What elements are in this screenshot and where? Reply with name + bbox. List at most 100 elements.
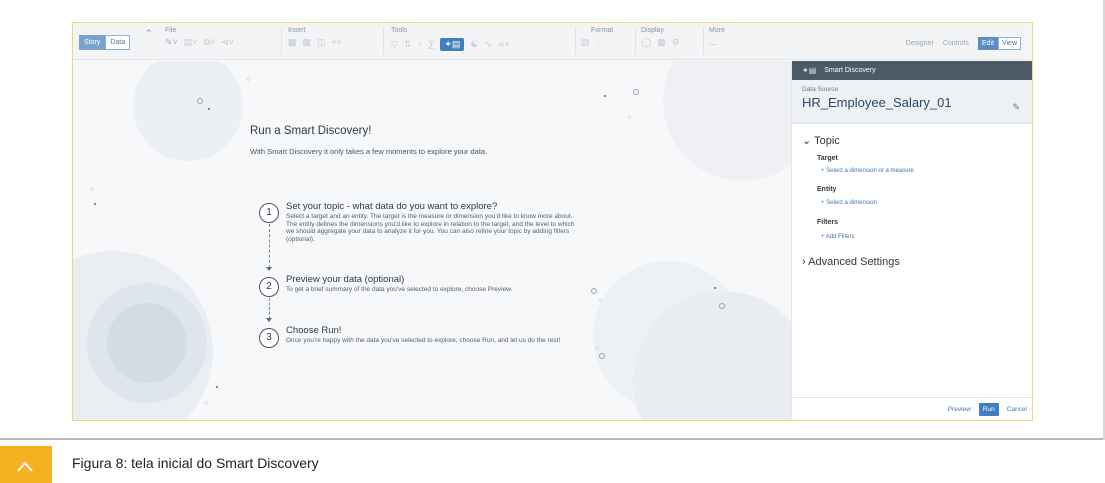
- step-connector: [269, 224, 270, 268]
- chevron-up-icon: [17, 461, 33, 472]
- display-group: Display ◯ ▦ ⚙: [641, 27, 680, 47]
- mode-switcher: Designer Controls Edit View: [906, 37, 1021, 50]
- sparkle-icon: ✧: [203, 399, 210, 408]
- comment-icon[interactable]: ◯: [641, 38, 651, 47]
- intro-title: Run a Smart Discovery!: [250, 125, 372, 137]
- insert-group: Insert ▩ ▦ ◫ +˅: [288, 27, 342, 47]
- run-button[interactable]: Run: [978, 403, 999, 416]
- settings-icon[interactable]: ⚙: [672, 38, 680, 47]
- smart-discovery-icon[interactable]: ✦▤: [440, 38, 465, 51]
- figure-caption: Figura 8: tela inicial do Smart Discover…: [72, 455, 319, 471]
- ranking-icon[interactable]: ↑: [417, 40, 422, 49]
- sort-icon[interactable]: ⇅: [404, 40, 412, 49]
- preview-button[interactable]: Preview: [948, 406, 971, 413]
- smart-discovery-icon: ✦▤: [802, 66, 817, 75]
- data-source-value: HR_Employee_Salary_01: [802, 95, 952, 110]
- table-icon[interactable]: ▦: [303, 38, 312, 47]
- format-group-label: Format: [591, 27, 614, 34]
- toolbar-separator: [635, 27, 636, 55]
- figure-caption-bar: Figura 8: tela inicial do Smart Discover…: [0, 446, 1105, 483]
- file-group: File ✎˅ ▤˅ ⧉˅ ⊲˅: [165, 27, 234, 47]
- step-arrow-icon: [266, 318, 272, 322]
- view-mode-button[interactable]: View: [997, 37, 1021, 50]
- step-3-description: Once you're happy with the data you've s…: [286, 337, 666, 345]
- dot: [604, 95, 606, 97]
- filters-label: Filters: [817, 219, 839, 226]
- dot: [94, 203, 96, 205]
- sparkle-icon: ✧: [597, 296, 604, 305]
- step-arrow-icon: [266, 267, 272, 271]
- step-3-circle: 3: [259, 328, 279, 348]
- save-icon[interactable]: ▤˅: [184, 38, 198, 47]
- decorative-circle: [107, 303, 187, 383]
- story-toggle-button[interactable]: Story: [79, 35, 106, 50]
- edit-dropdown-icon[interactable]: ✎˅: [165, 38, 178, 47]
- step-2-circle: 2: [259, 277, 279, 297]
- copy-icon[interactable]: ⧉˅: [204, 38, 216, 47]
- step-connector: [269, 298, 270, 319]
- dot: [216, 386, 218, 388]
- advanced-settings-header[interactable]: › Advanced Settings: [802, 256, 900, 268]
- decorative-circle: [133, 61, 243, 161]
- smart-insights-icon[interactable]: ☯: [470, 40, 478, 49]
- entity-label: Entity: [817, 186, 837, 193]
- chevron-down-icon: ⌄: [802, 135, 812, 147]
- predictive-icon[interactable]: ∿: [485, 40, 493, 49]
- step-1-desc-line: The entity defines the dimensions you'd …: [286, 220, 575, 228]
- topic-label: Topic: [814, 135, 840, 147]
- more-ellipsis-icon[interactable]: ...: [709, 38, 717, 47]
- caption-badge: [0, 446, 52, 483]
- display-group-label: Display: [641, 27, 664, 34]
- toolbar-separator: [703, 27, 704, 55]
- select-entity-link[interactable]: + Select a dimension: [821, 200, 877, 206]
- story-canvas: ✧ ✧ ✧ ✧ ✧ ✧ Run a Smart Discovery! With …: [73, 61, 791, 420]
- intro-text: With Smart Discovery it only takes a few…: [250, 147, 488, 156]
- format-group: Format ▤ ◌: [581, 27, 613, 47]
- advanced-settings-label: Advanced Settings: [808, 256, 900, 268]
- topic-section-header[interactable]: ⌄ Topic: [802, 134, 840, 147]
- data-toggle-button[interactable]: Data: [105, 35, 131, 50]
- step-2-title: Preview your data (optional): [286, 274, 405, 285]
- chart-icon[interactable]: ▩: [288, 38, 297, 47]
- cancel-button[interactable]: Cancel: [1007, 406, 1027, 413]
- input-control-icon[interactable]: ◫: [317, 38, 326, 47]
- step-3-desc-line: Once you're happy with the data you've s…: [286, 337, 561, 344]
- smart-discovery-panel: ✦▤ Smart Discovery Data Source HR_Employ…: [791, 61, 1032, 420]
- conditional-format-icon[interactable]: ◌: [596, 38, 601, 47]
- add-icon[interactable]: +˅: [332, 38, 343, 47]
- edit-mode-button[interactable]: Edit: [977, 37, 998, 50]
- step-1-description: Select a target and an entity. The targe…: [286, 213, 626, 243]
- sparkle-icon: ✧: [245, 75, 252, 84]
- toolbar-separator: [281, 27, 282, 55]
- step-1-title: Set your topic - what data do you want t…: [286, 201, 498, 212]
- step-1-desc-line: we should aggregate your data to analyze…: [286, 228, 570, 235]
- more-group-label: More: [709, 27, 725, 34]
- share-icon[interactable]: ⊲˅: [221, 38, 234, 47]
- styling-icon[interactable]: ▤: [581, 38, 590, 47]
- link-icon[interactable]: ∞˅: [498, 40, 510, 49]
- decorative-circle: [663, 61, 791, 181]
- add-filters-link[interactable]: + Add Filters: [821, 234, 855, 240]
- formula-icon[interactable]: ∑: [428, 40, 434, 49]
- more-group: More ...: [709, 27, 725, 47]
- dot: [208, 108, 210, 110]
- step-2-description: To get a brief summary of the data you'v…: [286, 286, 626, 294]
- ring-dot: [599, 353, 605, 359]
- filter-icon[interactable]: ▽: [391, 40, 398, 49]
- panel-footer: Preview Run Cancel: [792, 397, 1032, 420]
- ring-dot: [719, 303, 725, 309]
- designer-button[interactable]: Designer: [906, 40, 934, 47]
- select-target-link[interactable]: + Select a dimension or a measure: [821, 168, 914, 174]
- toolbar: Story Data ⌃ File ✎˅ ▤˅ ⧉˅ ⊲˅ Insert ▩ ▦: [73, 23, 1031, 60]
- step-3-title: Choose Run!: [286, 325, 342, 336]
- app-screenshot: Story Data ⌃ File ✎˅ ▤˅ ⧉˅ ⊲˅ Insert ▩ ▦: [72, 22, 1033, 421]
- data-source-label: Data Source: [802, 86, 839, 93]
- sparkle-icon: ✧: [626, 113, 633, 122]
- panel-header: ✦▤ Smart Discovery: [792, 61, 1032, 80]
- insert-group-label: Insert: [288, 27, 306, 34]
- collapse-toolbar-icon[interactable]: ⌃: [145, 28, 153, 39]
- divider: [0, 438, 1105, 440]
- edit-data-source-icon[interactable]: ✎: [1012, 102, 1020, 113]
- controls-button[interactable]: Controls: [943, 40, 969, 47]
- grid-icon[interactable]: ▦: [657, 38, 666, 47]
